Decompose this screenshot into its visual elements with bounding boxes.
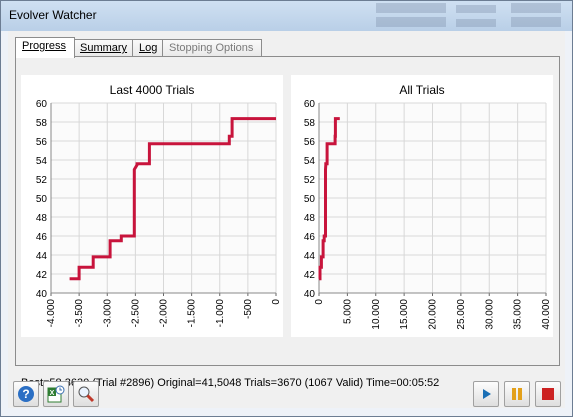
y-tick-label: 58: [304, 118, 316, 129]
stop-icon: [542, 388, 554, 400]
y-tick-label: 54: [304, 156, 316, 167]
y-tick-label: 54: [36, 156, 48, 167]
tab-stopping-options: Stopping Options: [162, 39, 262, 57]
play-icon: [483, 389, 491, 399]
evolver-watcher-window: Evolver Watcher Progress Summary Log Sto…: [0, 0, 573, 417]
tab-progress[interactable]: Progress: [15, 37, 75, 58]
x-tick-label: 20.000: [428, 299, 439, 330]
y-tick-label: 42: [36, 270, 48, 281]
tab-label: Summary: [80, 42, 128, 54]
x-tick-label: -1.000: [215, 299, 226, 328]
zoom-button[interactable]: [73, 381, 99, 407]
window-title: Evolver Watcher: [9, 8, 97, 22]
y-tick-label: 56: [304, 137, 316, 148]
help-icon: ?: [18, 386, 34, 402]
stop-button[interactable]: [535, 381, 561, 407]
progress-panel: Last 4000 Trials 40 42 44 46 48 50 52 54 56 58 60 -…: [15, 56, 560, 366]
y-tick-label: 60: [304, 99, 316, 110]
y-tick-label: 60: [36, 99, 48, 110]
y-tick-label: 46: [36, 232, 48, 243]
y-tick-label: 52: [304, 175, 316, 186]
tab-label: Progress: [22, 40, 67, 52]
x-tick-label: 35.000: [513, 299, 524, 330]
tab-label: Log: [139, 42, 158, 54]
chart-last-4000-trials: Last 4000 Trials 40 42 44 46 48 50 52 54 56 58 60 -…: [21, 75, 283, 337]
x-tick-label: -4.000: [46, 299, 57, 328]
excel-report-button[interactable]: X: [43, 381, 69, 407]
help-button[interactable]: ?: [13, 381, 39, 407]
pause-button[interactable]: [504, 381, 530, 407]
y-tick-label: 50: [36, 194, 48, 205]
x-tick-label: 15.000: [399, 299, 410, 330]
svg-text:X: X: [50, 390, 55, 397]
x-tick-label: 5.000: [342, 299, 353, 324]
last-4000-trials-plot: 40 42 44 46 48 50 52 54 56 58 60 -4.000 -3.500 -3.000…: [36, 99, 282, 328]
y-tick-label: 40: [304, 289, 316, 300]
x-tick-label: -3.000: [102, 299, 113, 328]
y-tick-label: 58: [36, 118, 48, 129]
y-tick-label: 44: [36, 251, 48, 262]
y-tick-label: 56: [36, 137, 48, 148]
tab-label: Stopping Options: [169, 42, 254, 54]
tab-log[interactable]: Log: [132, 39, 165, 57]
y-tick-label: 52: [36, 175, 48, 186]
search-zoom-icon: [78, 386, 95, 403]
x-tick-label: -3.500: [74, 299, 85, 328]
y-tick-label: 40: [36, 289, 48, 300]
y-tick-label: 46: [304, 232, 316, 243]
x-tick-label: 40.000: [541, 299, 552, 330]
x-tick-label: 10.000: [371, 299, 382, 330]
play-button[interactable]: [473, 381, 499, 407]
window-body: Progress Summary Log Stopping Options La…: [8, 31, 565, 408]
tab-summary[interactable]: Summary: [73, 39, 134, 57]
y-tick-label: 42: [304, 270, 316, 281]
all-trials-plot: 40 42 44 46 48 50 52 54 56 58 60 0 5.000 10.000 15.000…: [304, 99, 552, 330]
x-tick-label: 0: [271, 299, 282, 305]
chart-all-trials: All Trials 40 42 44 46 48 50 52 54 56 58 60 0 5.000 1…: [291, 75, 553, 337]
svg-text:?: ?: [22, 387, 29, 401]
chart-title: Last 4000 Trials: [109, 83, 195, 97]
x-tick-label: 25.000: [456, 299, 467, 330]
y-tick-label: 48: [36, 213, 48, 224]
x-tick-label: -500: [243, 299, 254, 319]
y-tick-label: 50: [304, 194, 316, 205]
x-tick-label: 30.000: [484, 299, 495, 330]
x-tick-label: -1.500: [187, 299, 198, 328]
x-tick-label: 0: [314, 299, 325, 305]
excel-report-icon: X: [47, 385, 65, 403]
y-tick-label: 44: [304, 251, 316, 262]
title-bar[interactable]: Evolver Watcher: [1, 1, 572, 31]
background-app-glimpse: [331, 1, 572, 31]
chart-title: All Trials: [399, 83, 445, 97]
x-tick-label: -2.000: [159, 299, 170, 328]
x-tick-label: -2.500: [130, 299, 141, 328]
pause-icon: [512, 388, 522, 400]
y-tick-label: 48: [304, 213, 316, 224]
